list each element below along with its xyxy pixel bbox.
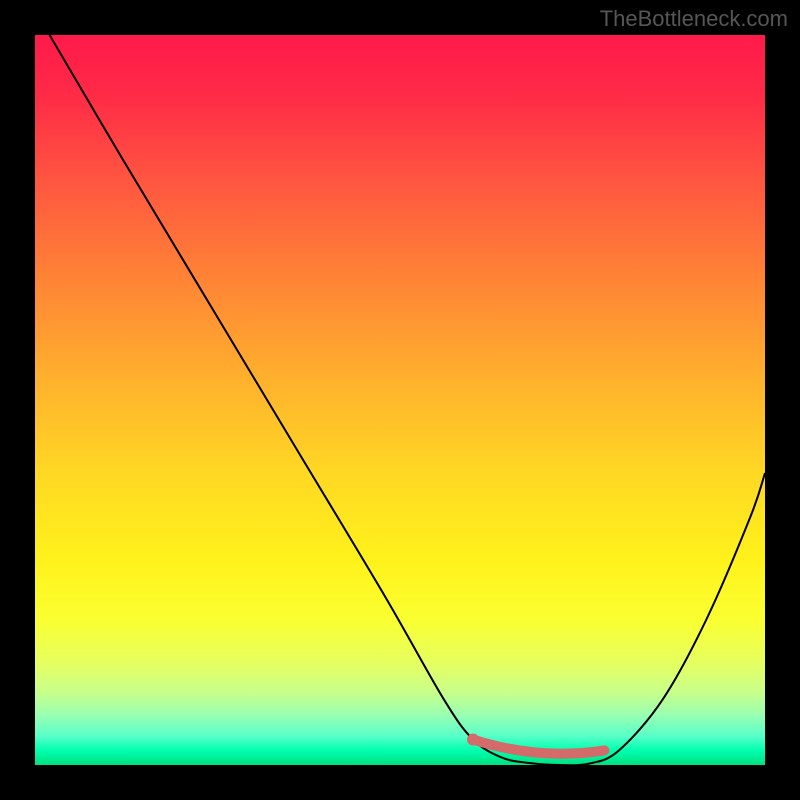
chart-container: TheBottleneck.com bbox=[0, 0, 800, 800]
sweet-spot-segment bbox=[473, 740, 604, 754]
watermark-text: TheBottleneck.com bbox=[600, 6, 788, 32]
bottleneck-curve bbox=[50, 35, 765, 765]
sweet-spot-dot bbox=[467, 734, 479, 746]
plot-area bbox=[35, 35, 765, 765]
chart-svg bbox=[35, 35, 765, 765]
